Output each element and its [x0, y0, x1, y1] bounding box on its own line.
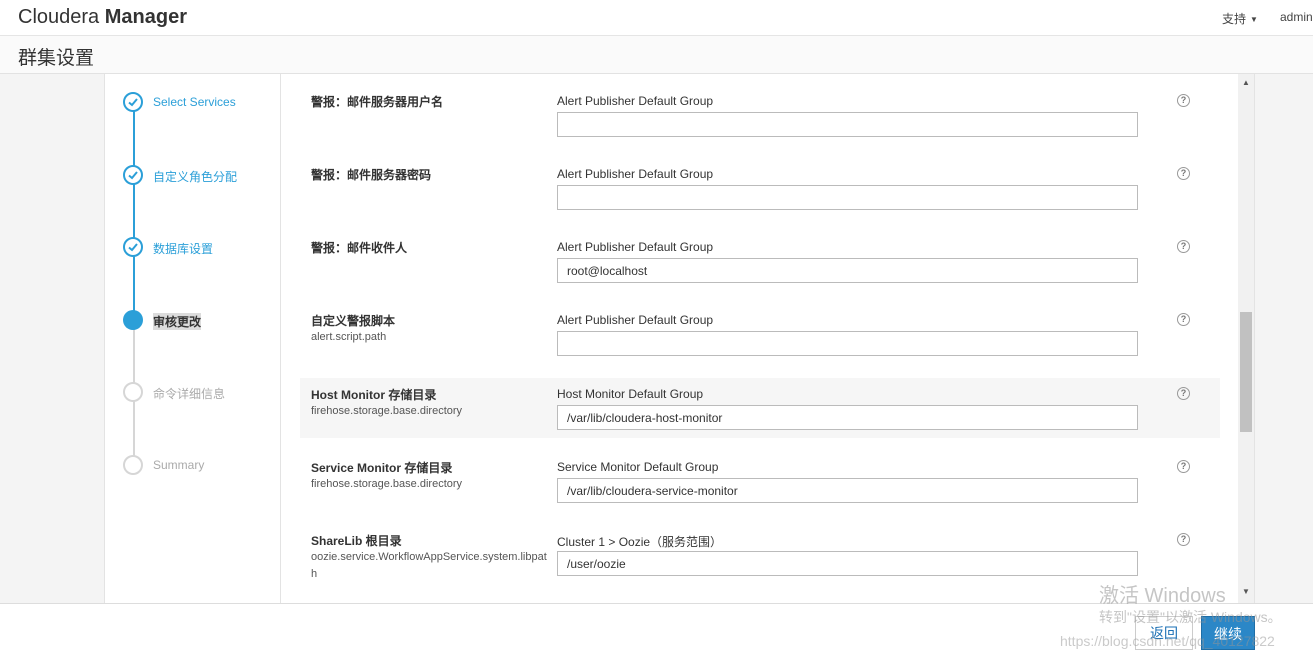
- page-header: 群集设置: [0, 36, 1313, 74]
- help-icon[interactable]: ?: [1177, 460, 1190, 473]
- page-title: 群集设置: [18, 48, 95, 69]
- main-area: Select Services 自定义角色分配 数据库设置 审核更改 命令详细信…: [0, 74, 1313, 603]
- config-scope: Alert Publisher Default Group: [557, 240, 714, 254]
- pending-step-icon: [123, 455, 143, 475]
- scroll-down-arrow-icon[interactable]: ▼: [1242, 587, 1250, 596]
- step-database-setup[interactable]: 数据库设置: [123, 237, 273, 259]
- config-key: firehose.storage.base.directory: [311, 405, 463, 417]
- config-value-input[interactable]: [557, 185, 1138, 210]
- step-label: 自定义角色分配: [153, 170, 238, 184]
- windows-activation-hint: 转到"设置"以激活 Windows。: [1099, 609, 1282, 625]
- steps-progress-line: [133, 102, 135, 319]
- top-navbar: Cloudera Manager 支持 ▼ admin: [0, 0, 1313, 36]
- step-summary: Summary: [123, 455, 273, 477]
- wizard-steps: Select Services 自定义角色分配 数据库设置 审核更改 命令详细信…: [105, 74, 281, 603]
- check-circle-icon: [123, 237, 143, 257]
- step-label: Select Services: [153, 95, 236, 109]
- config-row: 自定义警报脚本 alert.script.path Alert Publishe…: [300, 304, 1220, 364]
- help-icon[interactable]: ?: [1177, 167, 1190, 180]
- help-icon[interactable]: ?: [1177, 387, 1190, 400]
- config-scope: Cluster 1 > Oozie（服务范围）: [557, 535, 723, 549]
- config-scope: Service Monitor Default Group: [557, 460, 719, 474]
- config-name: 警报：邮件收件人: [311, 241, 408, 255]
- user-menu[interactable]: admin: [1280, 10, 1313, 24]
- config-key: firehose.storage.base.directory: [311, 478, 463, 490]
- step-label: 数据库设置: [153, 242, 214, 256]
- check-circle-icon: [123, 165, 143, 185]
- config-row: ShareLib 根目录 oozie.service.WorkflowAppSe…: [300, 524, 1220, 603]
- config-name: 警报：邮件服务器用户名: [311, 95, 444, 109]
- help-icon[interactable]: ?: [1177, 240, 1190, 253]
- brand-light-text: Cloudera: [18, 6, 100, 28]
- brand-bold-text: Manager: [104, 6, 187, 28]
- config-row: 警报：邮件服务器用户名 Alert Publisher Default Grou…: [300, 85, 1220, 145]
- wizard-panel: Select Services 自定义角色分配 数据库设置 审核更改 命令详细信…: [104, 74, 1255, 603]
- config-scope: Host Monitor Default Group: [557, 387, 704, 401]
- config-value-input[interactable]: [557, 551, 1138, 576]
- config-value-input[interactable]: [557, 405, 1138, 430]
- support-label: 支持: [1222, 12, 1247, 26]
- blog-url-watermark: https://blog.csdn.net/qq_40127822: [1060, 633, 1275, 649]
- scroll-up-arrow-icon[interactable]: ▲: [1242, 78, 1250, 87]
- help-icon[interactable]: ?: [1177, 533, 1190, 546]
- config-value-input[interactable]: [557, 478, 1138, 503]
- config-name: ShareLib 根目录: [311, 534, 402, 548]
- step-custom-roles[interactable]: 自定义角色分配: [123, 165, 273, 187]
- check-circle-icon: [123, 92, 143, 112]
- config-row: 警报：邮件收件人 Alert Publisher Default Group ?: [300, 231, 1220, 291]
- config-row-highlighted: Host Monitor 存储目录 firehose.storage.base.…: [300, 378, 1220, 438]
- config-name: Service Monitor 存储目录: [311, 461, 453, 475]
- step-label: 审核更改: [153, 313, 202, 330]
- config-scope: Alert Publisher Default Group: [557, 94, 714, 108]
- step-label: 命令详细信息: [153, 387, 226, 401]
- config-key: alert.script.path: [311, 331, 387, 343]
- vertical-scrollbar[interactable]: ▲ ▼: [1238, 74, 1254, 603]
- config-name: Host Monitor 存储目录: [311, 388, 437, 402]
- config-name: 警报：邮件服务器密码: [311, 168, 432, 182]
- config-row: Service Monitor 存储目录 firehose.storage.ba…: [300, 451, 1220, 511]
- active-step-icon: [123, 310, 143, 330]
- config-row: 警报：邮件服务器密码 Alert Publisher Default Group…: [300, 158, 1220, 218]
- windows-activation-watermark: 激活 Windows: [1099, 585, 1226, 607]
- review-changes-list: 警报：邮件服务器用户名 Alert Publisher Default Grou…: [282, 74, 1239, 603]
- support-menu[interactable]: 支持 ▼: [1222, 10, 1258, 27]
- config-value-input[interactable]: [557, 112, 1138, 137]
- step-label: Summary: [153, 458, 205, 472]
- config-name: 自定义警报脚本: [311, 314, 396, 328]
- chevron-down-icon: ▼: [1250, 15, 1258, 25]
- step-review-changes[interactable]: 审核更改: [123, 310, 273, 332]
- config-value-input[interactable]: [557, 258, 1138, 283]
- pending-step-icon: [123, 382, 143, 402]
- step-select-services[interactable]: Select Services: [123, 92, 273, 114]
- help-icon[interactable]: ?: [1177, 313, 1190, 326]
- config-value-input[interactable]: [557, 331, 1138, 356]
- config-scope: Alert Publisher Default Group: [557, 313, 714, 327]
- app-logo[interactable]: Cloudera Manager: [18, 6, 187, 29]
- config-scope: Alert Publisher Default Group: [557, 167, 714, 181]
- help-icon[interactable]: ?: [1177, 94, 1190, 107]
- step-command-details: 命令详细信息: [123, 382, 273, 404]
- config-key: oozie.service.WorkflowAppService.system.…: [311, 551, 547, 580]
- scrollbar-thumb[interactable]: [1240, 312, 1252, 432]
